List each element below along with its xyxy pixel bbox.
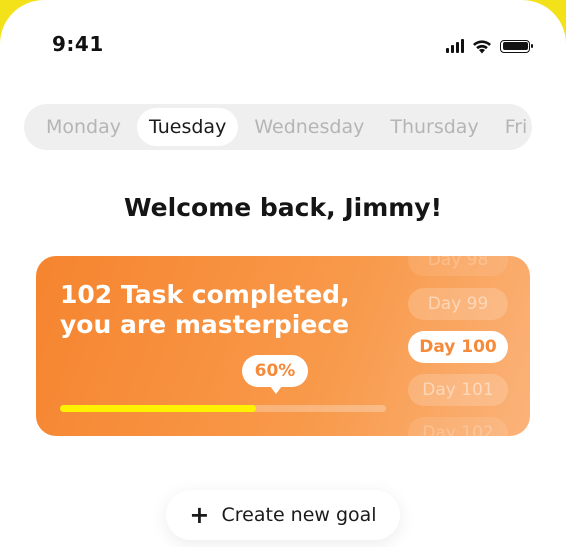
status-bar: 9:41 — [0, 30, 566, 62]
day-picker[interactable]: Day 98 Day 99 Day 100 Day 101 Day 102 — [408, 256, 508, 436]
day-chip-101[interactable]: Day 101 — [408, 374, 508, 406]
cellular-signal-icon — [446, 39, 464, 53]
plus-icon: + — [189, 501, 210, 529]
phone-screen: 9:41 Monday Tuesday Wednesday Thursday F… — [0, 0, 566, 547]
tab-friday[interactable]: Fri — [495, 108, 532, 146]
progress-bar-fill — [60, 405, 256, 412]
wifi-icon — [473, 39, 491, 53]
day-chip-100[interactable]: Day 100 — [408, 331, 508, 363]
status-time: 9:41 — [52, 32, 104, 56]
day-tabs: Monday Tuesday Wednesday Thursday Fri — [24, 104, 532, 150]
battery-icon — [500, 39, 533, 53]
progress-percent-bubble: 60% — [242, 355, 308, 394]
progress-card-title: 102 Task completed, you are masterpiece — [60, 280, 390, 340]
tab-thursday[interactable]: Thursday — [380, 108, 488, 146]
tab-tuesday[interactable]: Tuesday — [137, 108, 239, 146]
welcome-heading: Welcome back, Jimmy! — [124, 193, 442, 222]
progress-card: 102 Task completed, you are masterpiece … — [36, 256, 530, 436]
day-chip-99[interactable]: Day 99 — [408, 288, 508, 320]
progress-title-line-1: 102 Task completed, — [60, 280, 350, 309]
progress-title-line-2: you are masterpiece — [60, 310, 350, 339]
create-goal-label: Create new goal — [221, 504, 377, 526]
tab-wednesday[interactable]: Wednesday — [244, 108, 374, 146]
status-icons — [446, 36, 533, 56]
day-chip-98[interactable]: Day 98 — [408, 256, 508, 276]
progress-bar — [60, 405, 386, 412]
tab-monday[interactable]: Monday — [36, 108, 131, 146]
day-chip-102[interactable]: Day 102 — [408, 417, 508, 436]
create-goal-button[interactable]: + Create new goal — [166, 490, 400, 540]
